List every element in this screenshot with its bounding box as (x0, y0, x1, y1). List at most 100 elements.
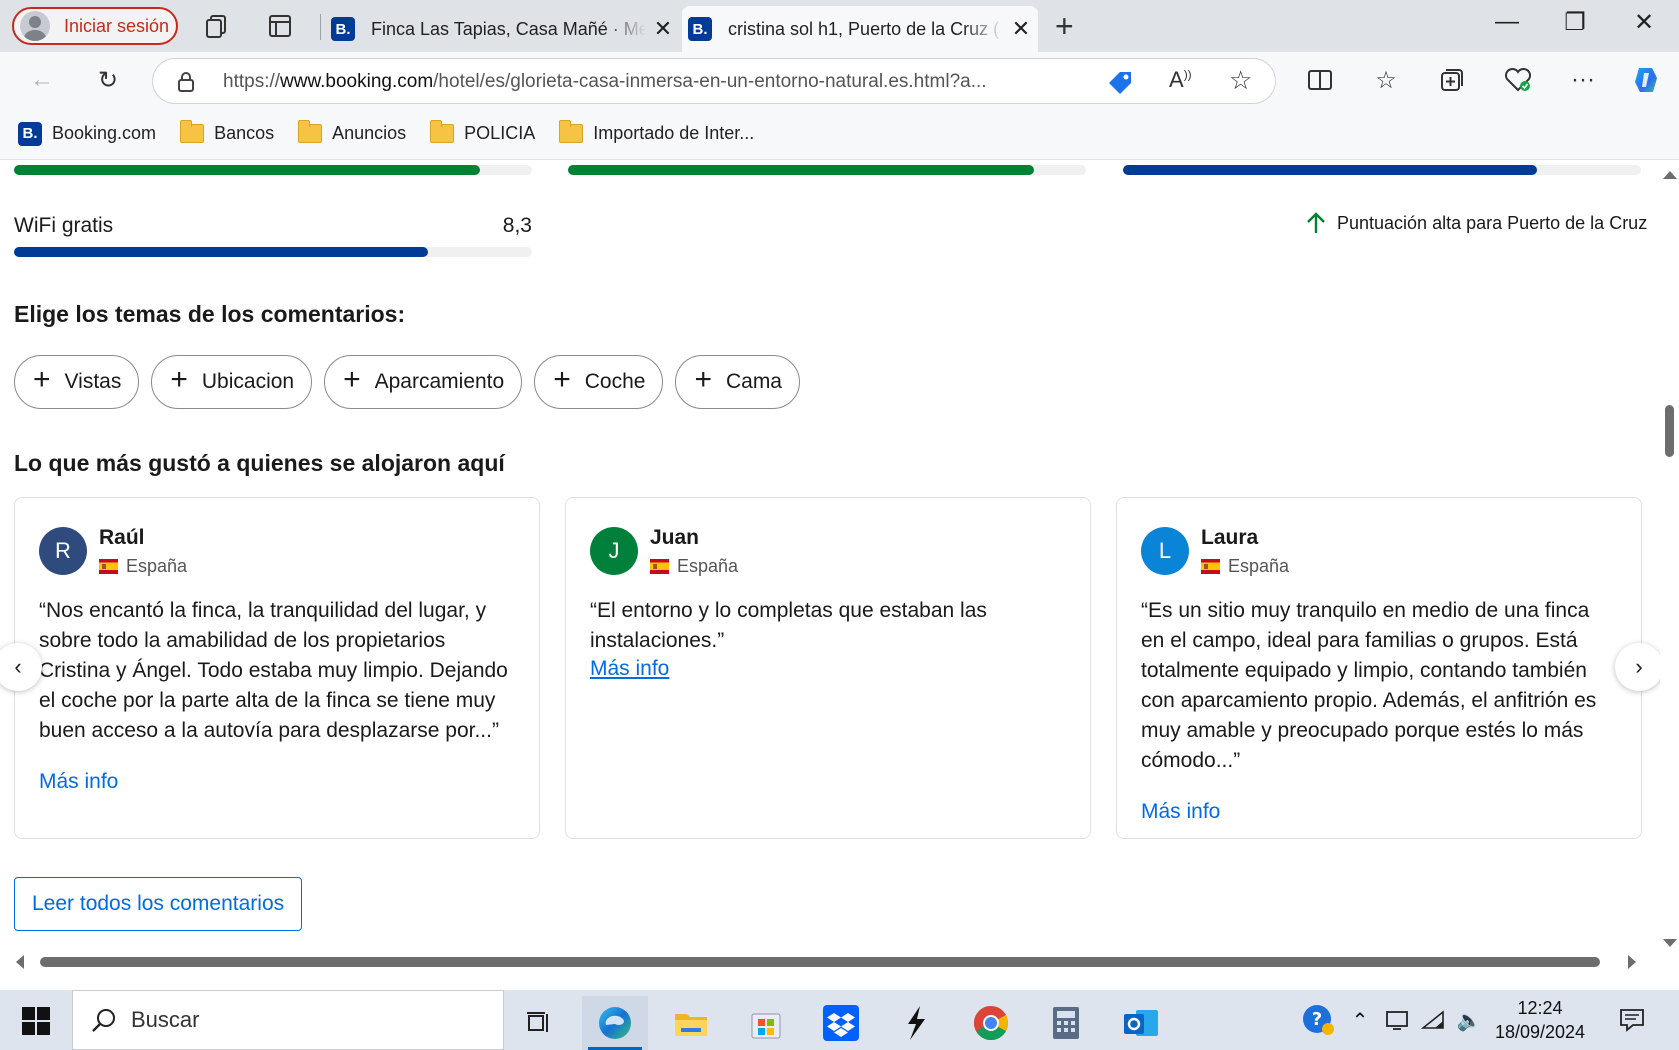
clock-date: 18/09/2024 (1494, 1022, 1586, 1042)
topic-chip-ubicacion[interactable]: + Ubicacion (151, 355, 313, 409)
reviewer-country: España (650, 556, 738, 577)
url-text[interactable]: https://www.booking.com/hotel/es/gloriet… (223, 71, 987, 93)
calculator-icon[interactable] (1033, 996, 1099, 1050)
booking-favicon-icon: B. (18, 121, 42, 146)
tab-finca-las-tapias[interactable]: B. Finca Las Tapias, Casa Mañé · Mes ✕ (325, 6, 680, 52)
folder-icon (559, 120, 584, 143)
topic-chips: + Vistas + Ubicacion + Aparcamiento + Coche … (14, 355, 812, 409)
remote-display-icon[interactable] (1380, 990, 1414, 1050)
bookmark-anuncios[interactable]: Anuncios (298, 120, 406, 144)
bookmark-policia[interactable]: POLICIA (430, 120, 535, 144)
score-bar-fill (1123, 165, 1538, 175)
refresh-icon[interactable]: ↻ (92, 64, 124, 96)
horizontal-scroll-thumb[interactable] (40, 957, 1600, 967)
taskbar-search-input[interactable]: Buscar (72, 990, 504, 1050)
split-screen-icon[interactable] (1304, 64, 1336, 96)
notifications-icon[interactable] (1612, 990, 1652, 1050)
shopping-tag-icon[interactable] (1107, 70, 1133, 96)
plus-icon: + (170, 363, 188, 396)
winamp-icon[interactable] (883, 996, 949, 1050)
taskbar-clock[interactable]: 12:24 18/09/2024 (1490, 996, 1590, 1044)
booking-favicon-icon: B. (331, 17, 355, 41)
task-view-icon[interactable] (506, 996, 572, 1050)
topic-chip-coche[interactable]: + Coche (534, 355, 664, 409)
read-aloud-icon[interactable]: A)) (1169, 67, 1192, 93)
outlook-icon[interactable] (1108, 996, 1174, 1050)
collections-icon[interactable] (1436, 64, 1468, 96)
reviewer-name: Raúl (99, 526, 145, 549)
microsoft-store-icon[interactable] (733, 996, 799, 1050)
windows-start-icon[interactable] (22, 1007, 50, 1035)
profile-avatar-icon (20, 11, 50, 41)
plus-icon: + (694, 363, 712, 396)
reviewer-avatar: J (590, 527, 638, 575)
reviews-heading: Lo que más gustó a quienes se alojaron a… (14, 450, 505, 476)
chrome-icon[interactable] (958, 996, 1024, 1050)
carousel-next-button[interactable]: › (1615, 643, 1660, 691)
read-all-reviews-button[interactable]: Leer todos los comentarios (14, 877, 303, 931)
workspaces-icon[interactable] (203, 12, 231, 40)
score-bar-fill (568, 165, 1035, 175)
vertical-scrollbar[interactable] (1660, 161, 1679, 970)
favorites-icon[interactable]: ☆ (1370, 64, 1402, 96)
vertical-tabs-icon[interactable] (266, 12, 294, 40)
topic-chip-vistas[interactable]: + Vistas (14, 355, 140, 409)
dropbox-icon[interactable] (808, 996, 874, 1050)
help-icon[interactable]: ? (1298, 990, 1338, 1050)
scroll-left-arrow-icon[interactable] (16, 955, 24, 969)
edge-app-icon[interactable] (582, 996, 648, 1050)
topic-chip-cama[interactable]: + Cama (675, 355, 800, 409)
vertical-scroll-thumb[interactable] (1665, 405, 1674, 457)
tab-title: cristina sol h1, Puerto de la Cruz ( (728, 18, 1000, 39)
favorite-star-icon[interactable]: ☆ (1229, 65, 1252, 96)
copilot-icon[interactable] (1630, 64, 1662, 96)
review-text: “Es un sitio muy tranquilo en medio de u… (1141, 599, 1597, 772)
file-explorer-icon[interactable] (658, 996, 724, 1050)
page-content: WiFi gratis 8,3 Puntuación alta para Pue… (0, 161, 1660, 970)
lock-icon[interactable] (177, 71, 195, 93)
restore-icon[interactable]: ❐ (1555, 8, 1595, 37)
topics-heading: Elige los temas de los comentarios: (14, 301, 406, 327)
bookmark-importado[interactable]: Importado de Inter... (559, 120, 754, 144)
tab-cristina-sol[interactable]: B. cristina sol h1, Puerto de la Cruz ( … (682, 6, 1038, 52)
topic-chip-aparcamiento[interactable]: + Aparcamiento (324, 355, 523, 409)
plus-icon: + (33, 363, 51, 396)
folder-icon (430, 120, 455, 143)
clock-time: 12:24 (1517, 998, 1563, 1018)
browser-essentials-icon[interactable] (1502, 64, 1534, 96)
category-score-wifi: 8,3 (502, 214, 532, 237)
chevron-right-icon: › (1635, 654, 1643, 679)
scroll-up-arrow-icon[interactable] (1663, 171, 1677, 179)
address-bar[interactable]: https://www.booking.com/hotel/es/gloriet… (152, 58, 1276, 104)
reviewer-country: España (99, 556, 187, 577)
back-icon[interactable]: ← (26, 64, 58, 96)
wifi-icon[interactable] (1416, 990, 1450, 1050)
new-tab-icon[interactable]: + (1055, 8, 1074, 45)
scroll-down-arrow-icon[interactable] (1663, 939, 1677, 947)
close-tab-icon[interactable]: ✕ (1004, 16, 1038, 42)
chevron-left-icon: ‹ (14, 654, 22, 679)
close-window-icon[interactable]: ✕ (1624, 8, 1664, 37)
minimize-icon[interactable]: — (1487, 8, 1527, 36)
title-bar: Iniciar sesión B. Finca Las Tapias, Casa… (0, 0, 1679, 52)
profile-signin-button[interactable]: Iniciar sesión (12, 7, 178, 45)
svg-text:?: ? (1312, 1009, 1322, 1030)
review-more-info-link[interactable]: Más info (39, 770, 118, 794)
reviewer-avatar: L (1141, 527, 1189, 575)
review-more-info-link[interactable]: Más info (590, 657, 669, 681)
bookmark-bancos[interactable]: Bancos (180, 120, 274, 144)
show-hidden-icons-icon[interactable]: ⌃ (1346, 990, 1374, 1050)
review-more-info-link[interactable]: Más info (1141, 800, 1220, 824)
scroll-right-arrow-icon[interactable] (1628, 955, 1636, 969)
review-card: R Raúl España “Nos encantó la finca, la … (14, 497, 540, 839)
bookmarks-bar: B. Booking.com Bancos Anuncios POLICIA Im… (0, 108, 1679, 160)
volume-icon[interactable]: 🔈 (1452, 990, 1486, 1050)
review-text: “El entorno y lo completas que estaban l… (590, 599, 987, 652)
spain-flag-icon (99, 559, 118, 574)
score-bar-track (1123, 165, 1641, 175)
horizontal-scrollbar[interactable] (0, 953, 1660, 970)
tab-separator (320, 14, 321, 40)
close-tab-icon[interactable]: ✕ (646, 16, 680, 42)
more-options-icon[interactable]: ··· (1567, 64, 1599, 96)
bookmark-booking[interactable]: B. Booking.com (18, 121, 156, 146)
